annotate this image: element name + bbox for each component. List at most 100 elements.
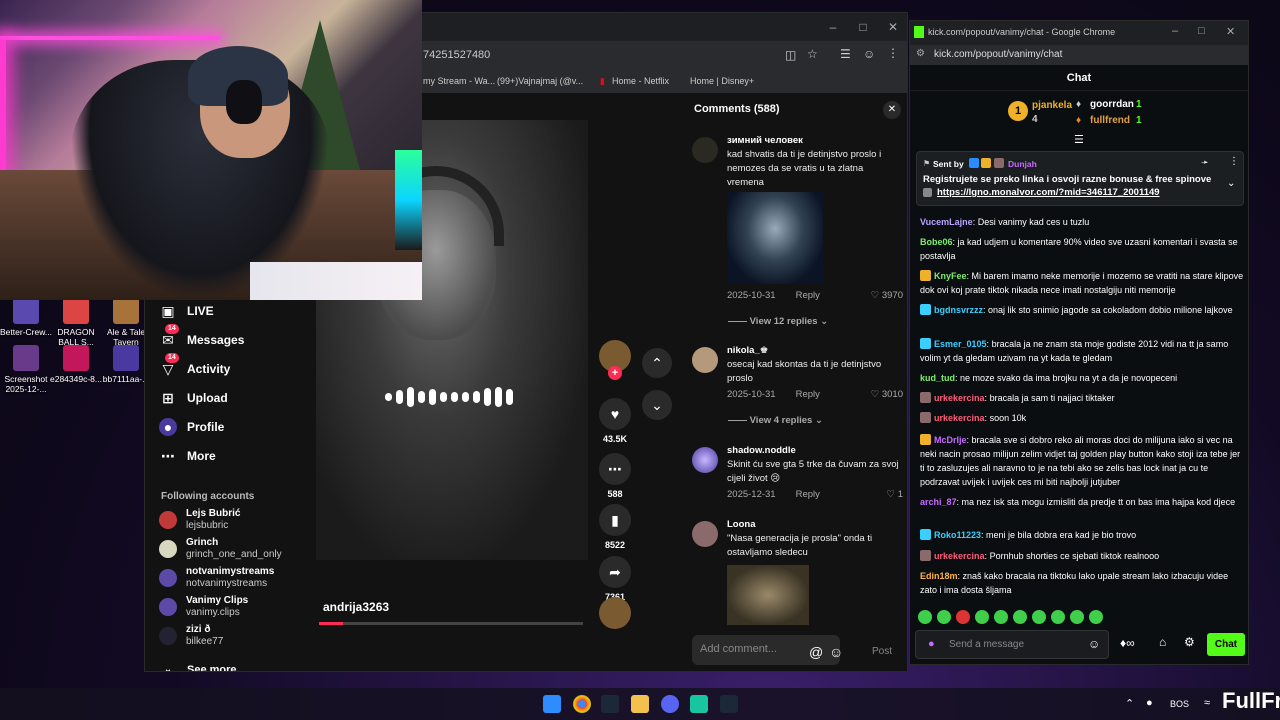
emoji-icon[interactable]: ☺ [829,644,843,660]
comment-username[interactable]: зимний человек [727,135,803,146]
emote-icon[interactable] [975,610,989,624]
reply-button[interactable]: Reply [796,290,820,301]
follow-plus-icon[interactable]: + [608,366,622,380]
chat-username[interactable]: KnyFee [934,271,967,281]
desktop-icon-better-crew[interactable]: Better-Crew... [0,298,52,338]
desktop-icon-e284349c[interactable]: e284349c-8... [50,345,102,385]
view-replies-button[interactable]: —— View 12 replies ⌄ [728,316,828,327]
send-chat-button[interactable]: Chat [1207,633,1245,656]
view-replies-button[interactable]: —— View 4 replies ⌄ [728,415,823,426]
chat-username[interactable]: Bobe06 [920,237,953,247]
chat-username[interactable]: McDrlje [934,435,967,445]
save-button[interactable]: ▮ 8522 [597,504,633,550]
emote-icon[interactable] [994,610,1008,624]
chat-message-input[interactable]: ● Send a message ☺ [915,630,1109,659]
like-button[interactable]: ♥ 43.5K [597,398,633,444]
comment-image[interactable] [727,565,809,625]
chat-username[interactable]: urkekercina [934,551,985,561]
post-button[interactable]: Post [872,646,892,657]
kebab-menu-icon[interactable]: ⋮ [1229,156,1239,167]
emote-icon[interactable] [1032,610,1046,624]
desktop-icon-dragon-ball[interactable]: DRAGON BALL S... [50,298,102,348]
reply-button[interactable]: Reply [796,489,820,500]
maximize-icon[interactable]: □ [1198,25,1205,37]
following-account[interactable]: Vanimy Clips vanimy.clips [159,594,299,622]
leader-name[interactable]: goorrdan [1090,99,1134,110]
following-account[interactable]: Grinch grinch_one_and_only [159,536,299,564]
close-comments-button[interactable]: ✕ [883,101,901,119]
comment-username[interactable]: shadow.noddle [727,445,796,456]
media-icon[interactable]: ☰ [840,47,851,61]
bookmark-tiktok[interactable]: (99+)Vajnajmaj (@v... [497,76,583,86]
nav-upload[interactable]: ⊞ Upload [159,386,228,410]
following-account[interactable]: Lejs Bubrić lejsbubric [159,507,299,535]
nav-messages[interactable]: ✉ 14 Messages [159,324,244,352]
share-button[interactable]: ➦ 7361 [597,556,633,602]
chat-username[interactable]: urkekercina [934,393,985,403]
mention-icon[interactable]: @ [809,644,823,660]
settings-gear-icon[interactable]: ⚙ [1184,635,1195,649]
following-account[interactable]: notvanimystreams notvanimystreams [159,565,299,593]
file-explorer-icon[interactable] [631,695,649,713]
comment-image[interactable] [727,192,823,284]
bookmark-star-icon[interactable]: ☆ [807,47,818,61]
install-icon[interactable]: ◫ [785,48,796,62]
bookmark-stream[interactable]: my Stream - Wa... [423,76,495,86]
comment-username[interactable]: nikola_♚ [727,345,768,356]
nav-live[interactable]: ▣ LIVE [159,299,213,323]
emote-icon[interactable] [1013,610,1027,624]
avatar[interactable] [692,137,718,163]
pin-action-icon[interactable]: ➛ [1201,157,1209,168]
minimize-icon[interactable]: – [1172,25,1178,37]
chat-username[interactable]: Edin18m [920,571,958,581]
following-account[interactable]: zizi ð bilkee77 [159,623,299,651]
nav-profile[interactable]: ● Profile [159,415,224,439]
chat-address-bar[interactable]: ⚙ kick.com/popout/vanimy/chat [910,45,1248,65]
chat-username[interactable]: Esmer_0105 [934,339,987,349]
steam-icon[interactable] [720,695,738,713]
chat-username[interactable]: archi_87 [920,497,957,507]
wifi-icon[interactable]: ≈ [1204,697,1210,709]
next-video-button[interactable]: ⌄ [642,390,672,420]
video-progress-bar[interactable] [319,622,583,625]
reply-button[interactable]: Reply [796,389,820,400]
minimize-icon[interactable]: – [825,19,841,35]
kebab-menu-icon[interactable]: ⋮ [887,46,899,60]
chat-username[interactable]: kud_tud [920,373,955,383]
bookmark-netflix[interactable]: Home - Netflix [612,76,669,86]
emote-icon[interactable] [918,610,932,624]
avatar[interactable] [692,521,718,547]
profile-icon[interactable]: ☺ [863,47,875,61]
start-menu-icon[interactable] [543,695,561,713]
comment-like-button[interactable]: ♡ 3010 [871,389,903,400]
see-more-button[interactable]: ⌄ See more [159,658,237,671]
chevron-down-icon[interactable]: ⌄ [1227,178,1235,189]
language-indicator[interactable]: BOS [1170,699,1189,709]
comment-like-button[interactable]: ♡ 3970 [871,290,903,301]
leader-name[interactable]: pjankela [1032,100,1072,111]
microphone-icon[interactable]: ● [1146,697,1153,709]
steam-icon[interactable] [601,695,619,713]
video-author[interactable]: andrija3263 [323,600,389,614]
avatar[interactable] [692,447,718,473]
site-info-icon[interactable]: ⚙ [916,48,925,59]
emote-icon[interactable] [956,610,970,624]
chrome-icon[interactable] [573,695,591,713]
app-icon[interactable] [690,695,708,713]
emote-icon[interactable] [937,610,951,624]
emoji-icon[interactable]: ☺ [1088,637,1100,651]
emote-icon[interactable] [1070,610,1084,624]
chat-username[interactable]: Roko11223 [934,530,981,540]
comment-username[interactable]: Loona [727,519,756,530]
chat-username[interactable]: VucemLajne [920,217,973,227]
pinned-link[interactable]: https://lgno.monalvor.com/?mid=346117_20… [937,187,1160,198]
microphone-icon[interactable]: ● [928,638,935,650]
emote-icon[interactable] [1089,610,1103,624]
close-icon[interactable]: ✕ [1226,25,1235,38]
creator-avatar-button[interactable]: + [597,340,633,380]
avatar[interactable] [692,347,718,373]
chat-username[interactable]: bgdnsvrzzz [934,305,983,315]
desktop-icon-screenshot[interactable]: Screenshot 2025-12-... [0,345,52,395]
emote-icon[interactable] [1051,610,1065,624]
expand-leaderboard-icon[interactable]: ☰ [1074,133,1084,146]
